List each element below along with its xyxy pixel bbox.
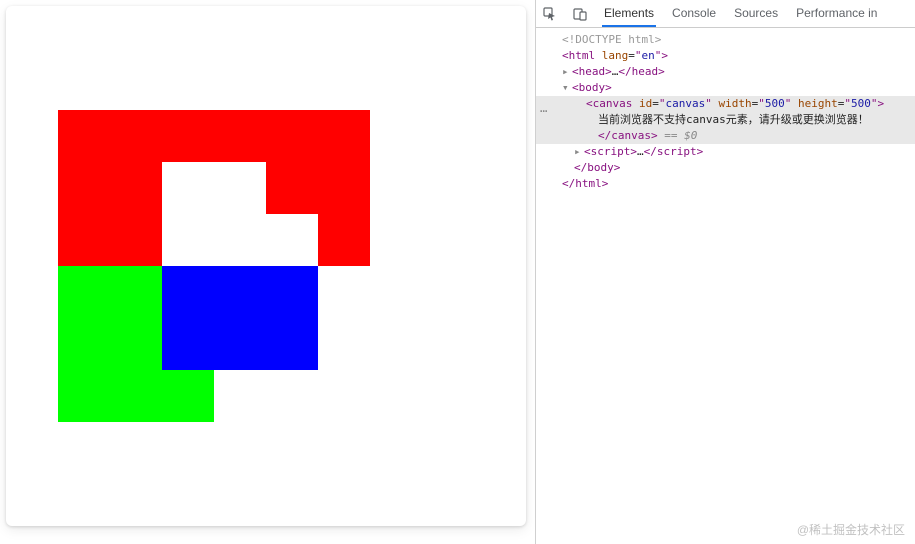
devtools-tab-sources[interactable]: Sources <box>732 0 780 27</box>
devtools-panel: Elements Console Sources Performance in <!D… <box>536 0 915 544</box>
devtools-tab-performance[interactable]: Performance in <box>794 0 879 27</box>
device-toggle-icon[interactable] <box>572 6 588 22</box>
canvas-shape <box>214 214 318 266</box>
devtools-tabs: Elements Console Sources Performance in <box>602 0 879 27</box>
dom-line[interactable]: </body> <box>536 160 915 176</box>
devtools-tab-elements[interactable]: Elements <box>602 0 656 27</box>
canvas-element <box>6 6 526 526</box>
selected-line-actions-icon[interactable]: ⋯ <box>540 104 548 118</box>
dom-line[interactable]: ▸<head>…</head> <box>536 64 915 80</box>
dom-line[interactable]: <canvas id="canvas" width="500" height="… <box>536 96 915 112</box>
page-preview <box>0 0 535 544</box>
devtools-toolbar: Elements Console Sources Performance in <box>536 0 915 28</box>
dom-line[interactable]: </canvas> == $0 <box>536 128 915 144</box>
watermark: @稀土掘金技术社区 <box>797 521 905 538</box>
elements-dom-tree[interactable]: <!DOCTYPE html><html lang="en">▸<head>…<… <box>536 28 915 544</box>
inspect-icon[interactable] <box>542 6 558 22</box>
dom-line[interactable]: </html> <box>536 176 915 192</box>
dom-line[interactable]: <!DOCTYPE html> <box>536 32 915 48</box>
dom-line[interactable]: ▸<script>…</script> <box>536 144 915 160</box>
dom-line[interactable]: <html lang="en"> <box>536 48 915 64</box>
dom-line[interactable]: ▾<body> <box>536 80 915 96</box>
devtools-tab-console[interactable]: Console <box>670 0 718 27</box>
dom-line[interactable]: 当前浏览器不支持canvas元素，请升级或更换浏览器！ <box>536 112 915 128</box>
